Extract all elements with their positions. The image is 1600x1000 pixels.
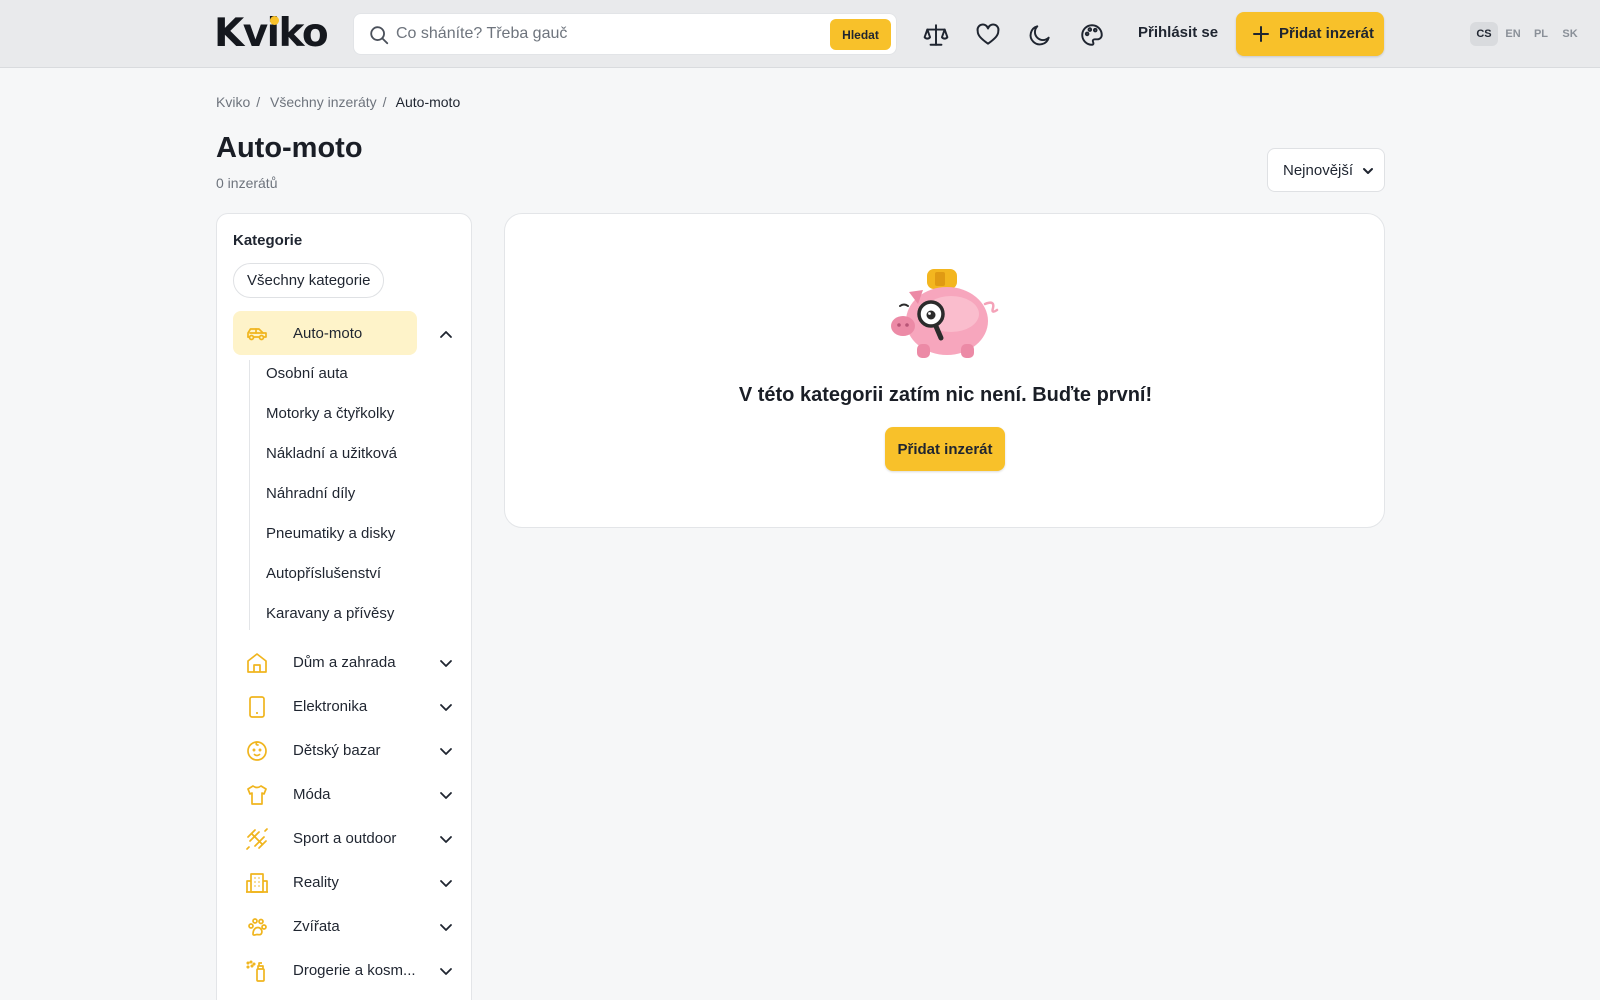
sidebar-item-drogerie[interactable]: Drogerie a kosm... — [233, 950, 457, 990]
sidebar-item-zvirata[interactable]: Zvířata — [233, 906, 457, 946]
sidebar-item-label: Sport a outdoor — [293, 830, 397, 847]
sidebar-item-label: Elektronika — [293, 698, 368, 715]
logo[interactable]: Kviko — [214, 12, 329, 56]
breadcrumb-separator: / — [382, 94, 387, 110]
sidebar-item-label: Zvířata — [293, 918, 340, 935]
chevron-down-icon[interactable] — [439, 700, 453, 714]
subcategory-motorky[interactable]: Motorky a čtyřkolky — [266, 405, 394, 422]
sidebar-item-moda[interactable]: Móda — [233, 774, 457, 814]
house-icon — [247, 653, 267, 673]
login-link[interactable]: Přihlásit se — [1138, 24, 1218, 41]
breadcrumb-home[interactable]: Kviko — [216, 94, 250, 110]
subcategory-karavany[interactable]: Karavany a přívěsy — [266, 605, 394, 622]
paw-icon — [248, 918, 267, 936]
chevron-up-icon[interactable] — [439, 327, 453, 341]
search-bar: Hledat — [353, 13, 897, 55]
subcategory-guide-line — [249, 360, 250, 630]
breadcrumb-current: Auto-moto — [395, 94, 461, 110]
building-icon — [246, 873, 268, 893]
lang-en[interactable]: EN — [1499, 22, 1527, 46]
lang-pl[interactable]: PL — [1527, 22, 1555, 46]
sidebar-item-label: Móda — [293, 786, 331, 803]
chevron-down-icon[interactable] — [439, 788, 453, 802]
sidebar-item-elektronika[interactable]: Elektronika — [233, 686, 457, 726]
compare-icon[interactable] — [923, 22, 949, 48]
search-button[interactable]: Hledat — [830, 19, 891, 50]
chevron-down-icon[interactable] — [439, 656, 453, 670]
sidebar-item-label: Dům a zahrada — [293, 654, 396, 671]
sidebar-item-label: Dětský bazar — [293, 742, 381, 759]
subcategory-nakladni[interactable]: Nákladní a užitková — [266, 445, 397, 462]
listing-count: 0 inzerátů — [216, 175, 278, 191]
lang-cs[interactable]: CS — [1470, 22, 1498, 46]
page-title: Auto-moto — [216, 132, 363, 164]
breadcrumb-all-listings[interactable]: Všechny inzeráty — [270, 94, 377, 110]
chevron-down-icon[interactable] — [439, 920, 453, 934]
sidebar-item-auto-moto[interactable]: Auto-moto — [233, 313, 457, 353]
add-listing-button[interactable]: Přidat inzerát — [1236, 12, 1384, 56]
phone-icon — [249, 696, 265, 718]
subcategory-pneumatiky[interactable]: Pneumatiky a disky — [266, 525, 395, 542]
moon-icon[interactable] — [1027, 22, 1053, 48]
breadcrumb-separator: / — [256, 94, 261, 110]
chevron-down-icon — [1363, 168, 1373, 174]
logo-dot — [270, 16, 279, 25]
plus-icon — [1253, 26, 1269, 42]
search-input[interactable] — [396, 20, 816, 48]
subcategory-autoprislusenstvi[interactable]: Autopříslušenství — [266, 565, 381, 582]
add-listing-label: Přidat inzerát — [1279, 25, 1375, 42]
all-categories-button[interactable]: Všechny kategorie — [233, 263, 385, 298]
sidebar-item-label: Auto-moto — [293, 325, 363, 342]
empty-state-add-listing-button[interactable]: Přidat inzerát — [885, 427, 1005, 471]
sort-selected-label: Nejnovější — [1283, 162, 1354, 179]
car-icon — [247, 328, 267, 341]
breadcrumb: Kviko / Všechny inzeráty / Auto-moto — [216, 94, 466, 110]
sidebar-item-detsky-bazar[interactable]: Dětský bazar — [233, 730, 457, 770]
chevron-down-icon[interactable] — [439, 876, 453, 890]
spray-icon — [246, 960, 265, 982]
empty-state-message: V této kategorii zatím nic není. Buďte p… — [738, 384, 1153, 406]
palette-icon[interactable] — [1079, 22, 1105, 48]
top-header: Kviko Hledat Přihlásit se Přidat inzerát… — [0, 0, 1600, 68]
sidebar-item-label: Drogerie a kosm... — [293, 962, 416, 979]
empty-state-card: V této kategorii zatím nic není. Buďte p… — [504, 213, 1385, 528]
shirt-icon — [247, 785, 267, 805]
sidebar-title: Kategorie — [233, 232, 303, 249]
chevron-down-icon[interactable] — [439, 832, 453, 846]
sidebar-item-reality[interactable]: Reality — [233, 862, 457, 902]
lang-sk[interactable]: SK — [1556, 22, 1584, 46]
search-icon — [370, 26, 389, 45]
subcategory-nahradni-dily[interactable]: Náhradní díly — [266, 485, 355, 502]
dumbbell-icon — [246, 828, 268, 850]
subcategory-osobni-auta[interactable]: Osobní auta — [266, 365, 348, 382]
sidebar-item-label: Reality — [293, 874, 339, 891]
category-sidebar: Kategorie Všechny kategorie Auto-moto Os… — [216, 213, 472, 1000]
sort-select[interactable]: Nejnovější — [1267, 148, 1385, 192]
chevron-down-icon[interactable] — [439, 964, 453, 978]
heart-icon[interactable] — [975, 22, 1001, 48]
sidebar-item-dum-a-zahrada[interactable]: Dům a zahrada — [233, 642, 457, 682]
piggy-bank-magnifier-illustration — [891, 269, 999, 358]
sidebar-item-sport-a-outdoor[interactable]: Sport a outdoor — [233, 818, 457, 858]
baby-icon — [247, 741, 267, 761]
chevron-down-icon[interactable] — [439, 744, 453, 758]
